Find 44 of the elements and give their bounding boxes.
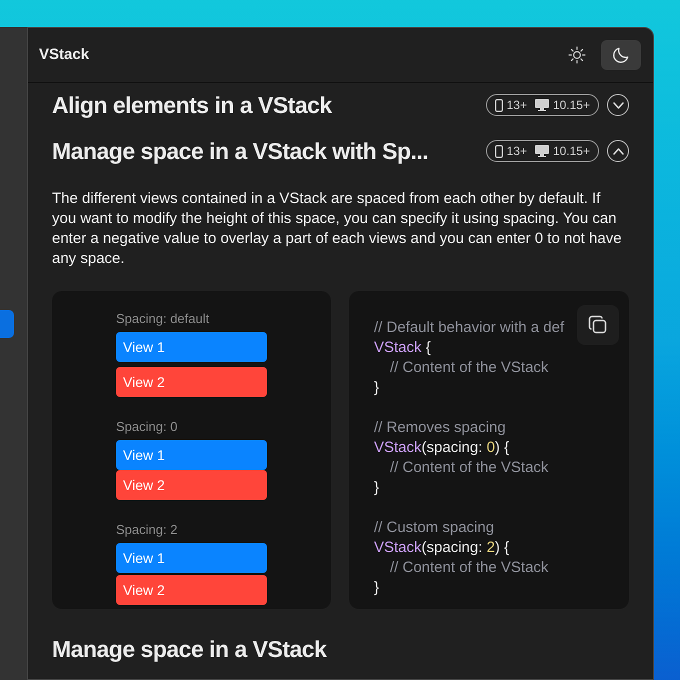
code-line: } (374, 478, 380, 497)
copy-icon (588, 315, 608, 335)
copy-button[interactable] (577, 305, 619, 345)
sidebar-selection (0, 310, 14, 338)
sun-icon (568, 46, 586, 64)
code-line: // Default behavior with a def (374, 318, 564, 337)
view-block: View 1 (116, 332, 267, 362)
expand-toggle[interactable] (607, 140, 629, 162)
chevron-up-icon (612, 148, 624, 154)
code-line: // Removes spacing (374, 418, 506, 437)
code-line: // Content of the VStack (390, 458, 548, 477)
expand-toggle[interactable] (607, 94, 629, 116)
ios-version: 13+ (506, 97, 527, 114)
phone-icon (494, 98, 503, 112)
view-block: View 1 (116, 440, 267, 470)
spacing-label: Spacing: 0 (116, 419, 178, 435)
description-paragraph: The different views contained in a VStack are spaced from each other by default. If you want to modify the height of this space, you can specify it using spacing. You can enter a negative value to overlay a part of each views and you can enter 0 to not have any space. (52, 189, 623, 269)
view-block: View 2 (116, 575, 267, 605)
spacing-label: Spacing: default (116, 311, 210, 327)
section-heading: Manage space in a VStack (52, 634, 326, 664)
code-line: } (374, 378, 380, 397)
macos-version: 10.15+ (552, 97, 590, 114)
view-block: View 2 (116, 367, 267, 397)
ios-version: 13+ (506, 143, 527, 160)
macos-version: 10.15+ (552, 143, 590, 160)
code-line: VStack(spacing: 2) { (374, 538, 510, 557)
view-block: View 2 (116, 470, 267, 500)
view-block: View 1 (116, 543, 267, 573)
code-line: // Custom spacing (374, 518, 494, 537)
section-heading: Align elements in a VStack (52, 90, 332, 120)
spacing-label: Spacing: 2 (116, 522, 178, 538)
section-heading: Manage space in a VStack with Sp... (52, 136, 428, 166)
monitor-icon (534, 145, 549, 157)
code-line: } (374, 578, 380, 597)
monitor-icon (534, 99, 549, 111)
code-line: // Content of the VStack (390, 358, 548, 377)
code-line: VStack { (374, 338, 431, 357)
chevron-down-icon (612, 102, 624, 108)
moon-icon (611, 45, 631, 65)
code-line: VStack(spacing: 0) { (374, 438, 510, 457)
window-title: VStack (39, 44, 90, 65)
phone-icon (494, 144, 503, 158)
code-line: // Content of the VStack (390, 558, 548, 577)
moon-mode-button[interactable] (601, 40, 641, 70)
